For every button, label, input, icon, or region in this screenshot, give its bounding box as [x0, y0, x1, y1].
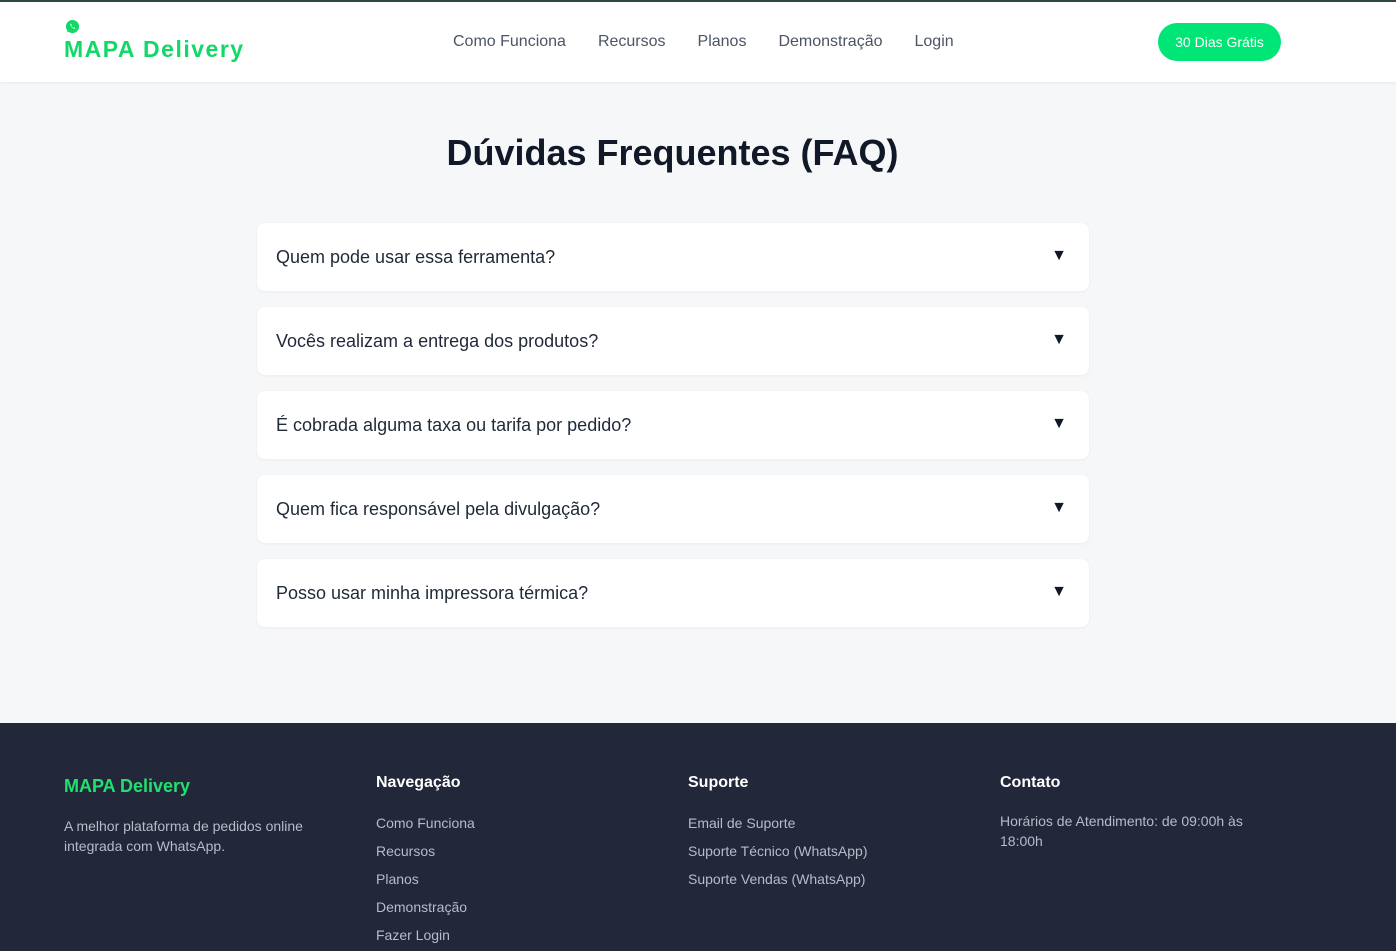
faq-item[interactable]: Vocês realizam a entrega dos produtos? ▼: [257, 307, 1089, 375]
main-nav: Como Funciona Recursos Planos Demonstraç…: [453, 32, 986, 52]
brand-logo[interactable]: MAPA Delivery: [64, 36, 245, 63]
faq-item[interactable]: Posso usar minha impressora térmica? ▼: [257, 559, 1089, 627]
footer-link-demonstracao[interactable]: Demonstração: [376, 897, 475, 917]
nav-planos[interactable]: Planos: [698, 32, 747, 52]
nav-recursos[interactable]: Recursos: [598, 32, 666, 52]
faq-question: Posso usar minha impressora térmica?: [276, 583, 589, 603]
chevron-down-icon: ▼: [1051, 247, 1067, 264]
footer-nav-links: Como Funciona Recursos Planos Demonstraç…: [376, 813, 475, 951]
nav-como-funciona[interactable]: Como Funciona: [453, 32, 566, 52]
footer-support-links: Email de Suporte Suporte Técnico (WhatsA…: [688, 813, 868, 897]
site-footer: MAPA Delivery A melhor plataforma de ped…: [0, 723, 1396, 951]
faq-item[interactable]: Quem pode usar essa ferramenta? ▼: [257, 223, 1089, 291]
chevron-down-icon: ▼: [1051, 499, 1067, 516]
footer-link-suporte-vendas[interactable]: Suporte Vendas (WhatsApp): [688, 869, 868, 889]
footer-contact-title: Contato: [1000, 774, 1061, 791]
faq-item[interactable]: Quem fica responsável pela divulgação? ▼: [257, 475, 1089, 543]
faq-question: Quem pode usar essa ferramenta?: [276, 247, 556, 267]
whatsapp-icon: [65, 19, 80, 34]
footer-link-como-funciona[interactable]: Como Funciona: [376, 813, 475, 833]
faq-item[interactable]: É cobrada alguma taxa ou tarifa por pedi…: [257, 391, 1089, 459]
nav-demonstracao[interactable]: Demonstração: [778, 32, 882, 52]
nav-login[interactable]: Login: [915, 32, 954, 52]
chevron-down-icon: ▼: [1051, 331, 1067, 348]
footer-link-recursos[interactable]: Recursos: [376, 841, 475, 861]
footer-nav-title: Navegação: [376, 774, 461, 791]
footer-link-planos[interactable]: Planos: [376, 869, 475, 889]
faq-question: É cobrada alguma taxa ou tarifa por pedi…: [276, 415, 632, 435]
faq-title: Dúvidas Frequentes (FAQ): [446, 132, 899, 173]
footer-link-fazer-login[interactable]: Fazer Login: [376, 925, 475, 945]
faq-question: Quem fica responsável pela divulgação?: [276, 499, 601, 519]
chevron-down-icon: ▼: [1051, 583, 1067, 600]
chevron-down-icon: ▼: [1051, 415, 1067, 432]
footer-link-suporte-tecnico[interactable]: Suporte Técnico (WhatsApp): [688, 841, 868, 861]
footer-brand: MAPA Delivery: [64, 776, 191, 796]
footer-contact-hours: Horários de Atendimento: de 09:00h às 18…: [1000, 813, 1243, 849]
site-header: MAPA Delivery Como Funciona Recursos Pla…: [0, 0, 1396, 82]
faq-question: Vocês realizam a entrega dos produtos?: [276, 331, 599, 351]
footer-support-title: Suporte: [688, 774, 749, 791]
footer-description: A melhor plataforma de pedidos online in…: [64, 818, 303, 854]
free-trial-button[interactable]: 30 Dias Grátis: [1158, 23, 1281, 61]
footer-link-email-suporte[interactable]: Email de Suporte: [688, 813, 868, 833]
